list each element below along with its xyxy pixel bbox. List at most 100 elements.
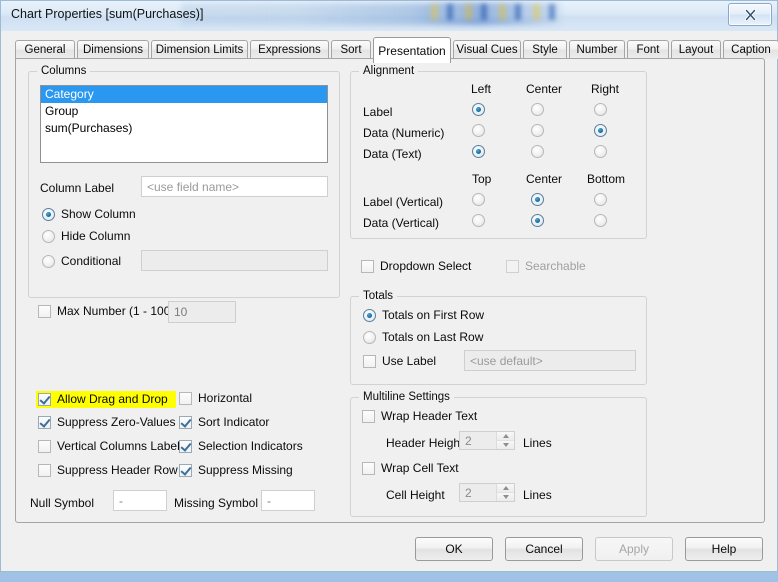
- max-number-input[interactable]: 10: [168, 301, 236, 323]
- header-height-stepper[interactable]: 2: [459, 431, 515, 450]
- cell-height-stepper-buttons[interactable]: [496, 484, 514, 501]
- max-number-checkbox[interactable]: [38, 304, 51, 318]
- conditional-radio-row[interactable]: Conditional: [42, 254, 121, 268]
- valign-data-top-radio[interactable]: [472, 214, 485, 227]
- totals-last-row-radio-row[interactable]: Totals on Last Row: [363, 330, 483, 344]
- help-button[interactable]: Help: [685, 537, 763, 561]
- totals-group-legend: Totals: [359, 290, 398, 302]
- allow-drag-and-drop-checkbox-row[interactable]: Allow Drag and Drop: [36, 391, 176, 408]
- tab-sort[interactable]: Sort: [331, 40, 371, 59]
- list-item[interactable]: Group: [41, 103, 327, 120]
- cell-height-decrement-button[interactable]: [497, 493, 514, 501]
- cell-height-increment-button[interactable]: [497, 484, 514, 493]
- suppress-header-row-checkbox[interactable]: [38, 463, 51, 477]
- tab-dimensions[interactable]: Dimensions: [77, 40, 149, 59]
- tab-expressions[interactable]: Expressions: [250, 40, 329, 59]
- missing-symbol-input[interactable]: -: [261, 490, 315, 511]
- header-height-decrement-button[interactable]: [497, 441, 514, 449]
- wrap-cell-text-checkbox-row[interactable]: Wrap Cell Text: [362, 461, 459, 475]
- tab-style[interactable]: Style: [523, 40, 567, 59]
- totals-last-row-label: Totals on Last Row: [382, 330, 484, 344]
- null-symbol-input[interactable]: -: [113, 490, 167, 511]
- selection-indicators-checkbox-row[interactable]: Selection Indicators: [179, 439, 303, 453]
- align-data-text-left-radio[interactable]: [472, 145, 485, 158]
- align-data-numeric-right-radio[interactable]: [594, 124, 607, 137]
- use-label-checkbox[interactable]: [363, 354, 376, 368]
- cell-height-stepper[interactable]: 2: [459, 483, 515, 502]
- suppress-zero-values-checkbox-row[interactable]: Suppress Zero-Values: [38, 415, 176, 429]
- align-label-right-radio[interactable]: [594, 103, 607, 116]
- align-data-text-center-radio[interactable]: [531, 145, 544, 158]
- tab-caption[interactable]: Caption: [723, 40, 778, 59]
- tab-layout[interactable]: Layout: [671, 40, 721, 59]
- totals-last-row-radio[interactable]: [363, 330, 376, 344]
- align-label-left-radio[interactable]: [472, 103, 485, 116]
- horizontal-checkbox-row[interactable]: Horizontal: [179, 391, 252, 405]
- suppress-zero-values-label: Suppress Zero-Values: [57, 415, 176, 429]
- suppress-missing-checkbox-row[interactable]: Suppress Missing: [179, 463, 293, 477]
- column-label-placeholder: <use field name>: [147, 179, 240, 194]
- valign-label-top-radio[interactable]: [472, 193, 485, 206]
- valign-label-center-radio[interactable]: [531, 193, 544, 206]
- vertical-columns-labels-checkbox[interactable]: [38, 439, 51, 453]
- cancel-button[interactable]: Cancel: [505, 537, 583, 561]
- alignment-group-legend: Alignment: [359, 65, 419, 77]
- valign-label-bottom-radio[interactable]: [594, 193, 607, 206]
- sort-indicator-checkbox[interactable]: [179, 415, 192, 429]
- vertical-columns-labels-checkbox-row[interactable]: Vertical Columns Labels: [38, 439, 186, 453]
- totals-first-row-radio-row[interactable]: Totals on First Row: [363, 308, 484, 322]
- sort-indicator-checkbox-row[interactable]: Sort Indicator: [179, 415, 269, 429]
- close-button[interactable]: [728, 3, 772, 26]
- dropdown-select-checkbox-row[interactable]: Dropdown Select: [361, 259, 471, 273]
- null-symbol-value: -: [119, 493, 123, 508]
- conditional-expression-input[interactable]: [141, 250, 328, 271]
- multiline-settings-group: Multiline Settings Wrap Header Text Head…: [350, 391, 647, 517]
- use-label-checkbox-row[interactable]: Use Label: [363, 354, 436, 368]
- list-item[interactable]: Category: [41, 86, 327, 103]
- header-height-increment-button[interactable]: [497, 432, 514, 441]
- suppress-zero-values-checkbox[interactable]: [38, 415, 51, 429]
- list-item[interactable]: sum(Purchases): [41, 120, 327, 137]
- dialog-button-bar: OK Cancel Apply Help: [415, 537, 763, 561]
- hide-column-radio-row[interactable]: Hide Column: [42, 229, 130, 243]
- header-height-unit: Lines: [523, 436, 552, 450]
- ok-button[interactable]: OK: [415, 537, 493, 561]
- max-number-checkbox-row[interactable]: Max Number (1 - 100): [38, 304, 174, 318]
- align-data-numeric-center-radio[interactable]: [531, 124, 544, 137]
- use-label-input[interactable]: <use default>: [464, 350, 636, 371]
- tab-presentation[interactable]: Presentation: [373, 37, 451, 63]
- allow-drag-and-drop-checkbox[interactable]: [38, 392, 51, 406]
- align-label-center-radio[interactable]: [531, 103, 544, 116]
- header-height-stepper-buttons[interactable]: [496, 432, 514, 449]
- valign-data-center-radio[interactable]: [531, 214, 544, 227]
- align-data-numeric-left-radio[interactable]: [472, 124, 485, 137]
- suppress-header-row-checkbox-row[interactable]: Suppress Header Row: [38, 463, 178, 477]
- hide-column-radio[interactable]: [42, 229, 55, 243]
- dropdown-select-checkbox[interactable]: [361, 259, 374, 273]
- wrap-cell-text-checkbox[interactable]: [362, 461, 375, 475]
- tab-visual-cues[interactable]: Visual Cues: [453, 40, 521, 59]
- columns-listbox[interactable]: Category Group sum(Purchases): [40, 85, 328, 163]
- show-column-radio-row[interactable]: Show Column: [42, 207, 136, 221]
- tab-font[interactable]: Font: [627, 40, 669, 59]
- tab-general[interactable]: General: [15, 40, 75, 59]
- wrap-header-text-checkbox[interactable]: [362, 409, 375, 423]
- tab-dimension-limits[interactable]: Dimension Limits: [151, 40, 248, 59]
- horizontal-checkbox[interactable]: [179, 391, 192, 405]
- searchable-label: Searchable: [525, 259, 586, 273]
- valign-data-bottom-radio[interactable]: [594, 214, 607, 227]
- missing-symbol-label: Missing Symbol: [174, 496, 259, 510]
- chevron-down-icon: [502, 495, 509, 499]
- show-column-radio[interactable]: [42, 207, 55, 221]
- tab-strip: General Dimensions Dimension Limits Expr…: [15, 37, 778, 63]
- wrap-header-text-checkbox-row[interactable]: Wrap Header Text: [362, 409, 477, 423]
- conditional-radio[interactable]: [42, 254, 55, 268]
- align-data-text-right-radio[interactable]: [594, 145, 607, 158]
- selection-indicators-checkbox[interactable]: [179, 439, 192, 453]
- suppress-missing-checkbox[interactable]: [179, 463, 192, 477]
- max-number-label: Max Number (1 - 100): [57, 304, 175, 318]
- totals-first-row-radio[interactable]: [363, 308, 376, 322]
- tab-number[interactable]: Number: [569, 40, 625, 59]
- alignment-header-center: Center: [526, 82, 563, 96]
- column-label-input[interactable]: <use field name>: [141, 176, 328, 197]
